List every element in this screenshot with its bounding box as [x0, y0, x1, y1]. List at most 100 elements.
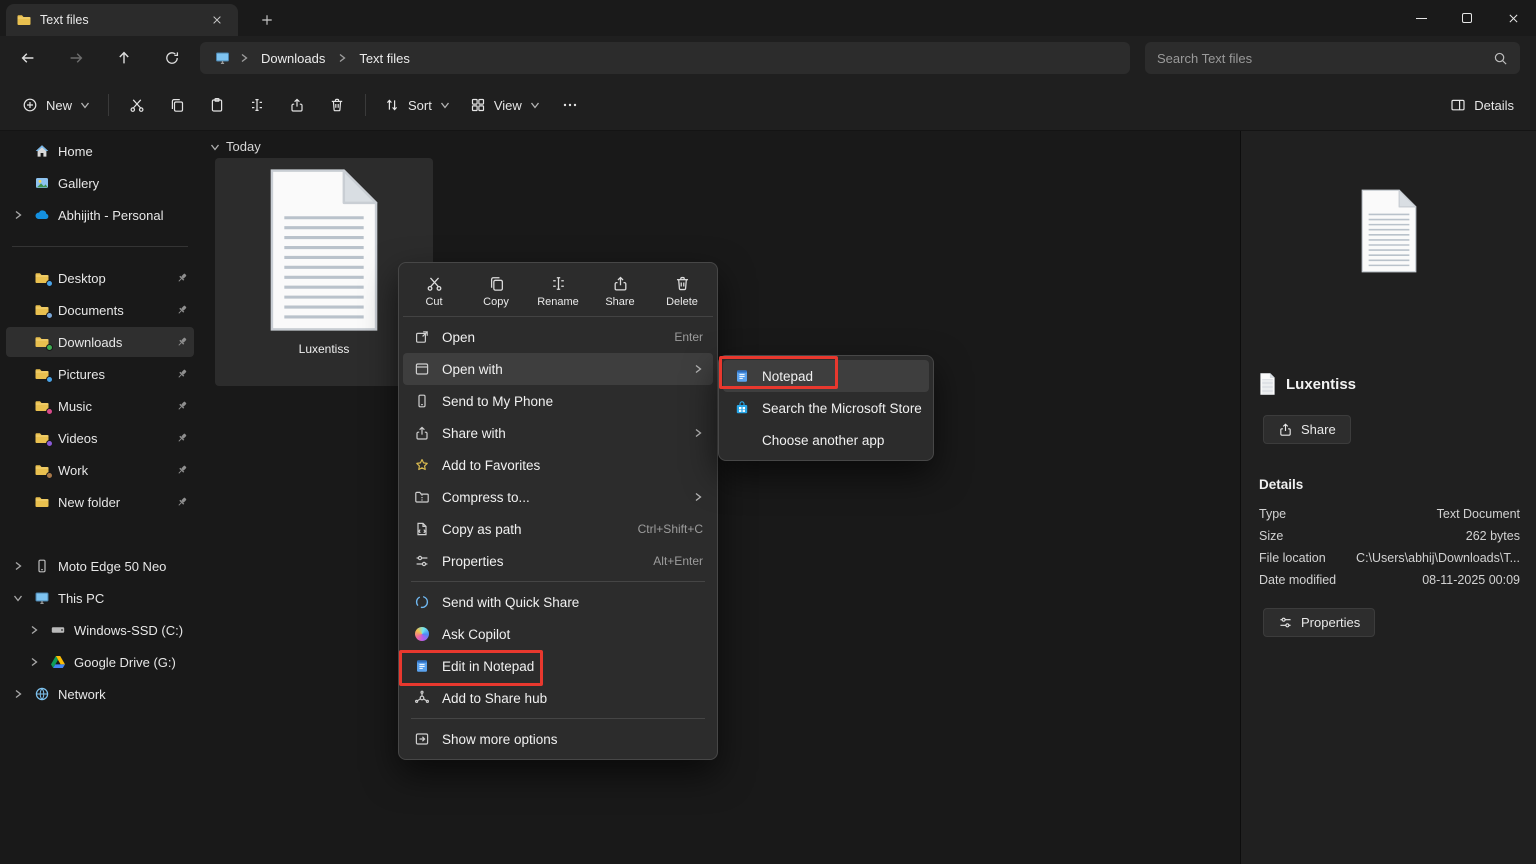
- sidebar-item-downloads[interactable]: Downloads: [6, 327, 194, 357]
- breadcrumb-downloads[interactable]: Downloads: [253, 48, 333, 69]
- sidebar-item-music[interactable]: Music: [6, 391, 194, 421]
- menu-separator: [411, 581, 705, 582]
- menu-item-ask-copilot[interactable]: Ask Copilot: [403, 618, 713, 650]
- menu-item-add-to-favorites[interactable]: Add to Favorites: [403, 449, 713, 481]
- close-button[interactable]: [1490, 0, 1536, 36]
- folder-icon: [34, 494, 52, 510]
- menu-item-show-more-options[interactable]: Show more options: [403, 723, 713, 755]
- cut-icon: [129, 97, 145, 113]
- sidebar-item-videos[interactable]: Videos: [6, 423, 194, 453]
- group-label: Today: [226, 139, 261, 154]
- sidebar-item-gallery[interactable]: Gallery: [6, 168, 194, 198]
- sidebar-item-work[interactable]: Work: [6, 455, 194, 485]
- search-input[interactable]: Search Text files: [1145, 42, 1520, 74]
- sidebar-item-home[interactable]: Home: [6, 136, 194, 166]
- new-button[interactable]: New: [12, 88, 100, 122]
- chevron-down-icon[interactable]: [8, 593, 28, 603]
- quick-cut-button[interactable]: Cut: [403, 267, 465, 316]
- network-icon: [34, 686, 52, 702]
- details-pane-toggle[interactable]: Details: [1440, 88, 1524, 122]
- menu-item-open-with[interactable]: Open with: [403, 353, 713, 385]
- chevron-down-icon: [440, 100, 450, 110]
- sidebar-item-new-folder[interactable]: New folder: [6, 487, 194, 517]
- sort-button[interactable]: Sort: [374, 88, 460, 122]
- sidebar-item-network[interactable]: Network: [6, 679, 194, 709]
- quick-share-button[interactable]: Share: [589, 267, 651, 316]
- submenu-item-choose-another-app[interactable]: Choose another app: [723, 424, 929, 456]
- tab-close-icon[interactable]: [206, 9, 228, 31]
- menu-item-add-to-share-hub[interactable]: Add to Share hub: [403, 682, 713, 714]
- menu-item-send-with-quick-share[interactable]: Send with Quick Share: [403, 586, 713, 618]
- work-folder-icon: [34, 462, 52, 478]
- more-commands-button[interactable]: [550, 88, 590, 122]
- explorer-tab[interactable]: Text files: [6, 4, 238, 36]
- star-icon: [413, 457, 430, 473]
- shortcut-label: Enter: [674, 330, 703, 344]
- share-icon: [413, 425, 430, 441]
- sidebar-item-google-drive[interactable]: Google Drive (G:): [22, 647, 194, 677]
- paste-icon: [209, 97, 225, 113]
- details-row-date-modified: Date modified 08-11-2025 00:09: [1259, 569, 1520, 591]
- text-document-icon: [1259, 373, 1276, 395]
- sidebar-item-documents[interactable]: Documents: [6, 295, 194, 325]
- group-header-today[interactable]: Today: [210, 139, 261, 154]
- search-icon[interactable]: [1493, 51, 1508, 66]
- chevron-right-icon[interactable]: [24, 657, 44, 667]
- pin-icon: [176, 272, 192, 284]
- breadcrumb-text-files[interactable]: Text files: [351, 48, 418, 69]
- share-button[interactable]: [277, 88, 317, 122]
- paste-button[interactable]: [197, 88, 237, 122]
- chevron-right-icon[interactable]: [8, 689, 28, 699]
- refresh-button[interactable]: [156, 42, 188, 74]
- forward-button[interactable]: [60, 42, 92, 74]
- pin-icon: [176, 464, 192, 476]
- open-with-submenu: Notepad Search the Microsoft Store Choos…: [718, 355, 934, 461]
- details-share-button[interactable]: Share: [1263, 415, 1351, 444]
- sidebar-item-phone-device[interactable]: Moto Edge 50 Neo: [6, 551, 194, 581]
- zip-icon: [413, 489, 430, 505]
- toolbar-divider: [365, 94, 366, 116]
- submenu-item-notepad[interactable]: Notepad: [723, 360, 929, 392]
- quick-delete-button[interactable]: Delete: [651, 267, 713, 316]
- menu-item-copy-as-path[interactable]: Copy as path Ctrl+Shift+C: [403, 513, 713, 545]
- menu-item-properties[interactable]: Properties Alt+Enter: [403, 545, 713, 577]
- back-button[interactable]: [12, 42, 44, 74]
- chevron-right-icon[interactable]: [24, 625, 44, 635]
- address-bar[interactable]: Downloads Text files: [200, 42, 1130, 74]
- view-button[interactable]: View: [460, 88, 550, 122]
- up-button[interactable]: [108, 42, 140, 74]
- quick-rename-button[interactable]: Rename: [527, 267, 589, 316]
- menu-item-open[interactable]: Open Enter: [403, 321, 713, 353]
- quick-copy-button[interactable]: Copy: [465, 267, 527, 316]
- chevron-down-icon: [210, 142, 220, 152]
- chevron-right-icon[interactable]: [8, 561, 28, 571]
- sidebar-item-onedrive[interactable]: Abhijith - Personal: [6, 200, 194, 230]
- rename-button[interactable]: [237, 88, 277, 122]
- copy-icon: [169, 97, 185, 113]
- chevron-right-icon[interactable]: [8, 210, 28, 220]
- copy-button[interactable]: [157, 88, 197, 122]
- minimize-icon: [1416, 18, 1427, 19]
- sidebar-item-desktop[interactable]: Desktop: [6, 263, 194, 293]
- sidebar-item-windows-ssd[interactable]: Windows-SSD (C:): [22, 615, 194, 645]
- delete-button[interactable]: [317, 88, 357, 122]
- sidebar-item-this-pc[interactable]: This PC: [6, 583, 194, 613]
- sidebar-item-pictures[interactable]: Pictures: [6, 359, 194, 389]
- file-list-area[interactable]: Today Luxentiss: [200, 131, 1240, 864]
- menu-item-edit-in-notepad[interactable]: Edit in Notepad: [403, 650, 713, 682]
- menu-item-share-with[interactable]: Share with: [403, 417, 713, 449]
- details-section-title: Details: [1259, 477, 1303, 492]
- breadcrumb-chevron-icon: [337, 53, 347, 63]
- maximize-button[interactable]: [1444, 0, 1490, 36]
- details-row-file-location: File location C:\Users\abhij\Downloads\T…: [1259, 547, 1520, 569]
- menu-item-compress-to[interactable]: Compress to...: [403, 481, 713, 513]
- minimize-button[interactable]: [1398, 0, 1444, 36]
- new-plus-icon: [22, 97, 38, 113]
- new-tab-button[interactable]: [256, 9, 278, 31]
- close-icon: [1507, 12, 1520, 25]
- details-properties-button[interactable]: Properties: [1263, 608, 1375, 637]
- cut-button[interactable]: [117, 88, 157, 122]
- menu-item-send-to-my-phone[interactable]: Send to My Phone: [403, 385, 713, 417]
- submenu-item-search-microsoft-store[interactable]: Search the Microsoft Store: [723, 392, 929, 424]
- tab-title: Text files: [40, 13, 198, 27]
